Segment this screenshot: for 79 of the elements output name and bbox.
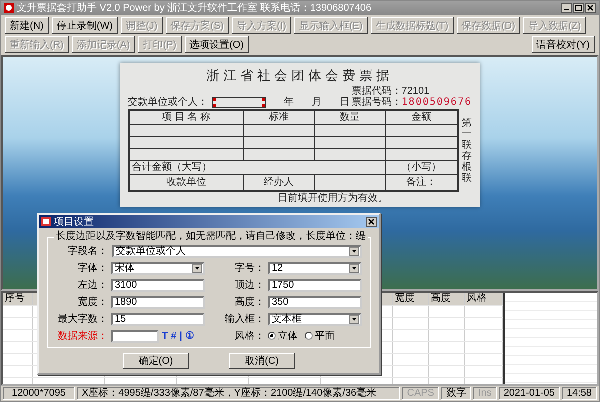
source-tool-button[interactable]: # [171, 330, 177, 342]
status-cell: X座标：4995缇/333像素/87毫米，Y座标：2100缇/140像素/36毫米 [77, 387, 400, 400]
style-radio[interactable]: 立体 [268, 329, 298, 343]
selection-box[interactable] [212, 97, 266, 108]
field-label: 数据来源： [57, 330, 108, 343]
receipt-title: 浙江省社会团体会费票据 [206, 67, 394, 85]
toolbar-button[interactable]: 停止录制(W) [52, 17, 118, 34]
dropdown-field[interactable]: 文本框 [268, 312, 362, 326]
payer-label: 交款单位或个人： [128, 97, 208, 108]
copy-label: 第 [462, 118, 472, 128]
style-radio[interactable]: 平面 [305, 329, 335, 343]
field-label: 宽度： [77, 296, 108, 309]
dropdown-arrow-icon[interactable] [349, 314, 360, 324]
copy-label: 联 [462, 172, 472, 184]
input-field[interactable] [111, 330, 159, 342]
close-icon[interactable] [366, 216, 377, 226]
status-cell: 14:58 [562, 387, 597, 400]
status-cell: 数字 [441, 387, 472, 400]
dialog-button[interactable]: 确定(O) [123, 353, 189, 369]
copy-label: 联 [462, 140, 472, 150]
dialog-icon [41, 217, 51, 226]
input-field[interactable]: 1750 [268, 278, 362, 292]
column-header: 标准 [268, 112, 289, 123]
input-field[interactable]: 15 [111, 312, 205, 326]
field-label: 高度： [234, 296, 265, 309]
field-label: 顶边： [234, 278, 265, 292]
status-cell: 12000*7095 [3, 387, 75, 400]
column-header: 数量 [340, 112, 360, 123]
dialog-title: 项目设置 [54, 216, 94, 228]
date-label: 月 [312, 97, 322, 108]
field-label: 最大字数： [57, 312, 108, 326]
receipt-footnote: 日前填开使用方为有效。 [278, 193, 388, 204]
dropdown-arrow-icon[interactable] [192, 264, 203, 272]
field-label: 字段名： [67, 244, 108, 258]
input-field[interactable]: 350 [268, 296, 362, 308]
source-tool-button[interactable]: | [180, 330, 182, 342]
group-hint: 长度边距以及字数智能匹配，如无需匹配，请自己修改，长度单位：缇 [54, 231, 368, 243]
field-label: 左边： [77, 278, 108, 292]
payee-label: 收款单位 [166, 177, 206, 188]
close-icon[interactable] [585, 3, 596, 13]
receipt-number: 1800509676 [402, 97, 472, 108]
dropdown-field[interactable]: 宋体 [111, 262, 205, 274]
maximize-icon[interactable] [573, 3, 584, 13]
remark-label: 备注： [406, 177, 436, 188]
toolbar-button[interactable]: 选项设置(O) [184, 36, 250, 53]
toolbar-button[interactable]: 新建(N) [5, 17, 49, 34]
dropdown-field[interactable]: 12 [268, 262, 362, 274]
app-icon [4, 3, 14, 13]
copy-label: 存 [462, 150, 472, 162]
window-title: 文升票据套打助手 V2.0 Power by 浙江文升软件工作室 联系电话：13906807406 [17, 2, 372, 15]
toolbar-button[interactable]: 语音校对(Y) [532, 36, 595, 53]
minimize-icon[interactable] [561, 3, 572, 13]
date-label: 日 [340, 97, 350, 108]
field-label: 风格： [234, 330, 265, 343]
column-header: 风格 [467, 293, 487, 304]
dialog-button[interactable]: 取消(C) [229, 353, 295, 369]
source-tool-button[interactable]: T [162, 330, 168, 342]
column-header: 项 目 名 称 [162, 112, 211, 123]
total-upper-label: 合计金额（大写） [132, 162, 212, 173]
field-label: 字体： [77, 262, 108, 275]
field-label: 输入框： [224, 312, 265, 326]
dropdown-arrow-icon[interactable] [349, 264, 360, 272]
copy-label: 一 [462, 128, 472, 140]
input-field[interactable]: 1890 [111, 296, 205, 308]
input-field[interactable]: 3100 [111, 278, 205, 292]
copy-label: 根 [462, 162, 472, 172]
dropdown-arrow-icon[interactable] [349, 246, 360, 256]
field-name-combo[interactable]: 交款单位或个人 [112, 244, 362, 258]
source-tool-button[interactable]: ① [185, 330, 194, 342]
status-cell: 2021-01-05 [498, 387, 560, 400]
date-label: 年 [284, 97, 294, 108]
field-label: 字号： [234, 262, 265, 275]
total-lower-label: （小写） [401, 162, 442, 173]
receipt-code: 票据代码：72101 [352, 86, 431, 97]
column-header: 金额 [411, 112, 432, 123]
status-cell: CAPS [402, 387, 440, 400]
receipt-number-label: 票据号码： [352, 97, 402, 108]
handler-label: 经办人 [264, 177, 294, 188]
status-cell: Ins [473, 387, 497, 400]
